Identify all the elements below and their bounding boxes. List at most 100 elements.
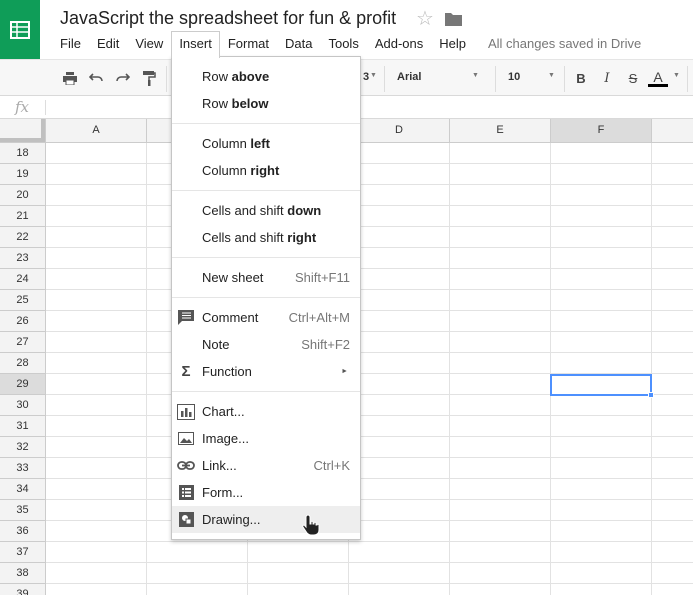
drawing-label: Drawing...	[202, 512, 261, 527]
document-title[interactable]: JavaScript the spreadsheet for fun & pro…	[60, 8, 396, 29]
row-header[interactable]: 27	[0, 332, 46, 353]
insert-new-sheet[interactable]: New sheet Shift+F11	[172, 264, 360, 291]
grid-row-line	[46, 184, 693, 185]
row-header[interactable]: 34	[0, 479, 46, 500]
menu-data[interactable]: Data	[277, 31, 320, 57]
caret-down-icon: ▼	[673, 72, 680, 79]
freeze-row-handle[interactable]	[0, 138, 41, 142]
column-header[interactable]: F	[551, 119, 652, 143]
grid-row-line	[46, 499, 693, 500]
row-header[interactable]: 23	[0, 248, 46, 269]
row-header[interactable]: 38	[0, 563, 46, 584]
new-sheet-label: New sheet	[202, 270, 264, 285]
row-header[interactable]: 19	[0, 164, 46, 185]
fx-icon: fx	[15, 98, 30, 116]
menu-help[interactable]: Help	[431, 31, 474, 57]
bold-button[interactable]: B	[572, 69, 590, 87]
row-above-emph: above	[231, 69, 270, 84]
grid-row-line	[46, 352, 693, 353]
insert-function[interactable]: Σ Function ►	[172, 358, 360, 385]
insert-column-right[interactable]: Column right	[172, 157, 360, 184]
font-family-select[interactable]: Arial	[397, 71, 477, 83]
redo-icon[interactable]	[114, 69, 132, 87]
grid-row-line	[46, 583, 693, 584]
star-icon[interactable]: ☆	[416, 6, 434, 31]
grid-row-line	[46, 205, 693, 206]
function-label: Function	[202, 364, 252, 379]
column-header[interactable]: D	[349, 119, 450, 143]
paint-format-icon[interactable]	[140, 69, 158, 87]
grid-row-line	[46, 478, 693, 479]
row-header[interactable]: 26	[0, 311, 46, 332]
sheets-logo[interactable]	[0, 0, 40, 59]
insert-drawing[interactable]: Drawing...	[172, 506, 360, 533]
row-header[interactable]: 29	[0, 374, 46, 395]
row-header[interactable]: 21	[0, 206, 46, 227]
image-label: Image...	[202, 431, 249, 446]
insert-note[interactable]: Note Shift+F2	[172, 331, 360, 358]
row-header[interactable]: 28	[0, 353, 46, 374]
row-header[interactable]: 31	[0, 416, 46, 437]
insert-row-above[interactable]: Row above	[172, 63, 360, 90]
menu-file[interactable]: File	[52, 31, 89, 57]
column-header[interactable]: E	[450, 119, 551, 143]
undo-icon[interactable]	[87, 69, 105, 87]
insert-chart[interactable]: Chart...	[172, 398, 360, 425]
formula-separator	[45, 100, 46, 115]
insert-column-left[interactable]: Column left	[172, 130, 360, 157]
insert-comment[interactable]: Comment Ctrl+Alt+M	[172, 304, 360, 331]
row-header[interactable]: 30	[0, 395, 46, 416]
menu-edit[interactable]: Edit	[89, 31, 127, 57]
grid-row-line	[46, 520, 693, 521]
print-icon[interactable]	[61, 69, 79, 87]
font-size-select[interactable]: 10	[508, 71, 520, 83]
selected-cell[interactable]	[550, 374, 652, 396]
insert-cells-shift-down[interactable]: Cells and shift down	[172, 197, 360, 224]
grid-row-line	[46, 226, 693, 227]
menu-addons[interactable]: Add-ons	[367, 31, 431, 57]
folder-icon[interactable]	[445, 12, 462, 31]
row-header[interactable]: 36	[0, 521, 46, 542]
row-header[interactable]: 24	[0, 269, 46, 290]
column-header[interactable]: A	[46, 119, 147, 143]
image-icon	[177, 430, 195, 447]
row-header[interactable]: 32	[0, 437, 46, 458]
submenu-arrow-icon: ►	[341, 368, 348, 375]
insert-cells-shift-right[interactable]: Cells and shift right	[172, 224, 360, 251]
note-shortcut: Shift+F2	[301, 337, 350, 352]
number-format-fragment[interactable]: 3	[363, 71, 369, 83]
freeze-column-handle[interactable]	[41, 119, 45, 142]
menu-insert[interactable]: Insert	[171, 31, 220, 58]
insert-row-below[interactable]: Row below	[172, 90, 360, 117]
row-header[interactable]: 20	[0, 185, 46, 206]
insert-image[interactable]: Image...	[172, 425, 360, 452]
link-label: Link...	[202, 458, 237, 473]
insert-form[interactable]: Form...	[172, 479, 360, 506]
text-color-button[interactable]: A	[648, 69, 668, 87]
menu-tools[interactable]: Tools	[320, 31, 366, 57]
grid-row-line	[46, 415, 693, 416]
strikethrough-button[interactable]: S	[624, 69, 642, 87]
row-header[interactable]: 37	[0, 542, 46, 563]
row-header[interactable]: 25	[0, 290, 46, 311]
formula-input[interactable]	[52, 96, 682, 118]
column-header[interactable]	[652, 119, 693, 143]
fill-handle[interactable]	[648, 392, 654, 398]
grid-row-line	[46, 436, 693, 437]
row-header[interactable]: 33	[0, 458, 46, 479]
italic-button[interactable]: I	[598, 69, 616, 87]
menu-view[interactable]: View	[127, 31, 171, 57]
menu-format[interactable]: Format	[220, 31, 277, 57]
select-all-corner[interactable]	[0, 119, 46, 143]
grid-row-line	[46, 247, 693, 248]
toolbar-separator	[687, 66, 688, 92]
toolbar-separator	[384, 66, 385, 92]
row-header[interactable]: 22	[0, 227, 46, 248]
grid-row-line	[46, 562, 693, 563]
grid-row-line	[46, 310, 693, 311]
row-header[interactable]: 35	[0, 500, 46, 521]
insert-link[interactable]: Link... Ctrl+K	[172, 452, 360, 479]
row-header[interactable]: 39	[0, 584, 46, 595]
comment-label: Comment	[202, 310, 259, 325]
row-header[interactable]: 18	[0, 143, 46, 164]
